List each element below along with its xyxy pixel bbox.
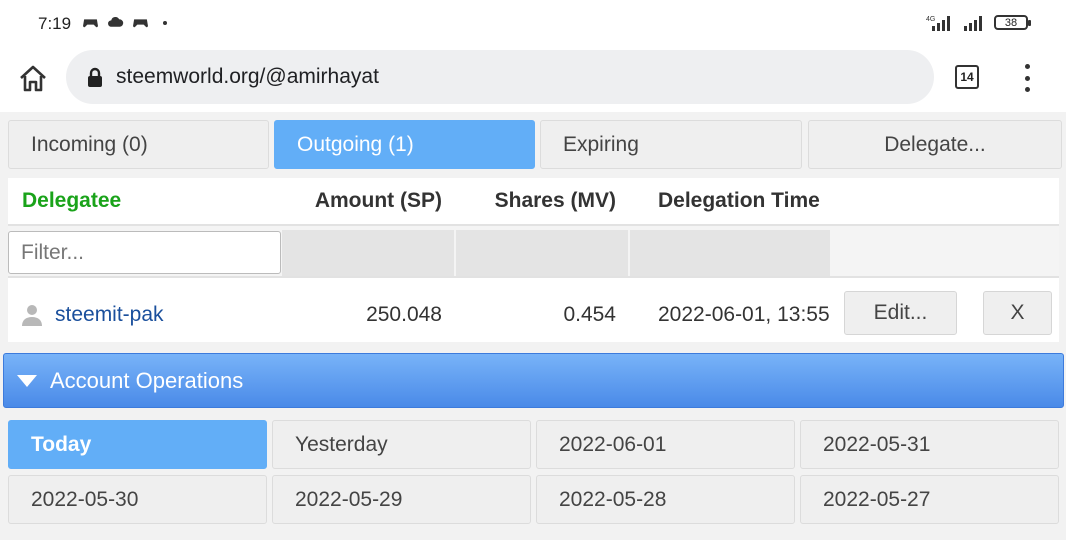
column-header-delegation-time[interactable]: Delegation Time xyxy=(658,178,838,224)
tab-expiring[interactable]: Expiring xyxy=(540,120,802,169)
page-content: Incoming (0) Outgoing (1) Expiring Deleg… xyxy=(0,112,1066,540)
tab-outgoing[interactable]: Outgoing (1) xyxy=(274,120,535,169)
day-button[interactable]: 2022-05-29 xyxy=(272,475,531,524)
tab-delegate[interactable]: Delegate... xyxy=(808,120,1062,169)
collapse-triangle-icon xyxy=(17,374,37,387)
remove-delegation-button[interactable]: X xyxy=(983,291,1052,335)
filter-row xyxy=(8,224,1059,278)
system-indicators: 4G 38 xyxy=(926,14,1031,31)
column-header-shares[interactable]: Shares (MV) xyxy=(456,178,616,224)
edit-delegation-button[interactable]: Edit... xyxy=(844,291,957,335)
day-button-today[interactable]: Today xyxy=(8,420,267,469)
user-icon xyxy=(22,305,42,326)
day-button-yesterday[interactable]: Yesterday xyxy=(272,420,531,469)
address-bar[interactable]: steemworld.org/@amirhayat xyxy=(66,50,934,104)
svg-text:4G: 4G xyxy=(926,16,935,23)
column-header-delegatee[interactable]: Delegatee xyxy=(22,178,282,224)
amount-sp-value: 250.048 xyxy=(366,303,442,326)
more-menu-icon[interactable] xyxy=(1018,64,1036,92)
tab-switcher-button[interactable]: 14 xyxy=(955,65,979,89)
cloud-icon xyxy=(108,16,124,27)
filter-input[interactable] xyxy=(8,231,281,274)
day-button[interactable]: 2022-05-27 xyxy=(800,475,1059,524)
status-time: 7:19 xyxy=(38,14,72,33)
column-header-amount[interactable]: Amount (SP) xyxy=(282,178,442,224)
tab-incoming[interactable]: Incoming (0) xyxy=(8,120,269,169)
day-button[interactable]: 2022-05-31 xyxy=(800,420,1059,469)
filter-cell-time xyxy=(630,230,830,276)
shares-mv-value: 0.454 xyxy=(563,303,616,326)
url-text: steemworld.org/@amirhayat xyxy=(116,65,379,88)
day-button[interactable]: 2022-05-28 xyxy=(536,475,795,524)
account-operations-header[interactable]: Account Operations xyxy=(3,353,1064,408)
signal-icon xyxy=(964,16,982,31)
day-button[interactable]: 2022-06-01 xyxy=(536,420,795,469)
table-row: steemit-pak 250.048 0.454 2022-06-01, 13… xyxy=(8,290,1059,340)
lock-icon xyxy=(88,67,102,87)
notification-icons xyxy=(82,14,167,31)
day-button[interactable]: 2022-05-30 xyxy=(8,475,267,524)
home-icon[interactable] xyxy=(16,62,50,96)
game-controller-icon xyxy=(133,19,148,28)
delegation-time-value: 2022-06-01, 13:55 xyxy=(658,303,830,326)
signal-4g-icon: 4G xyxy=(926,16,950,31)
delegatee-link[interactable]: steemit-pak xyxy=(55,290,275,340)
battery-level: 38 xyxy=(1004,16,1018,29)
delegations-table: Delegatee Amount (SP) Shares (MV) Delega… xyxy=(8,178,1059,342)
battery-icon: 38 xyxy=(994,15,1031,30)
browser-toolbar: steemworld.org/@amirhayat 14 xyxy=(0,48,1066,112)
section-title: Account Operations xyxy=(50,367,244,393)
filter-cell-shares xyxy=(456,230,628,276)
more-notifications-dot-icon xyxy=(163,20,167,25)
filter-cell-amount xyxy=(282,230,454,276)
status-bar: 7:19 4G 38 xyxy=(0,0,1066,48)
game-controller-icon xyxy=(83,19,98,28)
